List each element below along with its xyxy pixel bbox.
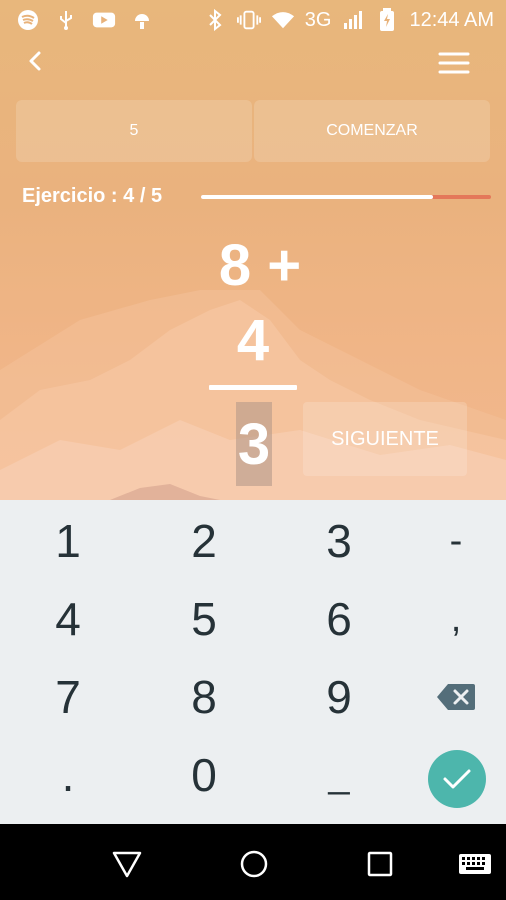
youtube-icon [92, 8, 116, 32]
back-triangle-icon [112, 851, 142, 878]
key-comma[interactable]: , [393, 580, 506, 658]
answer-input[interactable]: 3 [236, 402, 272, 486]
key-8[interactable]: 8 [141, 658, 267, 736]
signal-icon [341, 8, 365, 32]
system-navigation-bar [0, 824, 506, 900]
start-button[interactable]: COMENZAR [254, 100, 490, 162]
app-screen: 3G 12:44 AM 5 COMENZAR Ejercicio : 4 / 5… [0, 0, 506, 900]
progress-fill [201, 195, 433, 199]
nav-keyboard-button[interactable] [458, 848, 492, 880]
battery-icon [375, 8, 399, 32]
key-2[interactable]: 2 [141, 502, 267, 580]
checkmark-icon [443, 769, 471, 789]
second-operand: 4 [236, 308, 270, 373]
keyboard-icon [459, 854, 491, 874]
backspace-icon [437, 684, 475, 710]
nav-home-button[interactable] [238, 848, 270, 880]
android-debug-icon [130, 8, 154, 32]
recents-square-icon [367, 851, 393, 877]
chevron-left-icon [29, 51, 41, 71]
menu-button[interactable] [438, 50, 470, 76]
first-operand: 8 + [218, 233, 302, 298]
back-button[interactable] [20, 46, 50, 76]
key-space[interactable]: _ [276, 736, 402, 814]
key-0[interactable]: 0 [141, 736, 267, 814]
next-button[interactable]: SIGUIENTE [303, 402, 467, 476]
key-4[interactable]: 4 [5, 580, 131, 658]
hamburger-menu-icon [438, 52, 470, 74]
nav-back-button[interactable] [111, 848, 143, 880]
exercise-counter: Ejercicio : 4 / 5 [22, 185, 163, 207]
nav-recents-button[interactable] [364, 848, 396, 880]
key-1[interactable]: 1 [5, 502, 131, 580]
done-button[interactable] [428, 750, 486, 808]
usb-icon [54, 8, 78, 32]
key-3[interactable]: 3 [276, 502, 402, 580]
key-7[interactable]: 7 [5, 658, 131, 736]
key-minus[interactable]: - [393, 502, 506, 580]
sum-line [209, 385, 297, 390]
key-period[interactable]: . [5, 736, 131, 814]
bluetooth-icon [203, 8, 227, 32]
key-9[interactable]: 9 [276, 658, 402, 736]
key-5[interactable]: 5 [141, 580, 267, 658]
home-circle-icon [240, 850, 268, 878]
exercise-progress-bar [201, 195, 491, 199]
status-bar: 3G 12:44 AM [0, 0, 506, 40]
wifi-icon [271, 8, 295, 32]
vibrate-icon [236, 8, 261, 32]
key-6[interactable]: 6 [276, 580, 402, 658]
clock: 12:44 AM [409, 8, 494, 31]
backspace-key[interactable] [393, 658, 506, 736]
numeric-keypad: 1 2 3 - 4 5 6 , 7 8 9 . 0 _ [0, 500, 506, 824]
network-type: 3G [304, 8, 332, 31]
count-selector-button[interactable]: 5 [16, 100, 252, 162]
spotify-icon [16, 8, 40, 32]
